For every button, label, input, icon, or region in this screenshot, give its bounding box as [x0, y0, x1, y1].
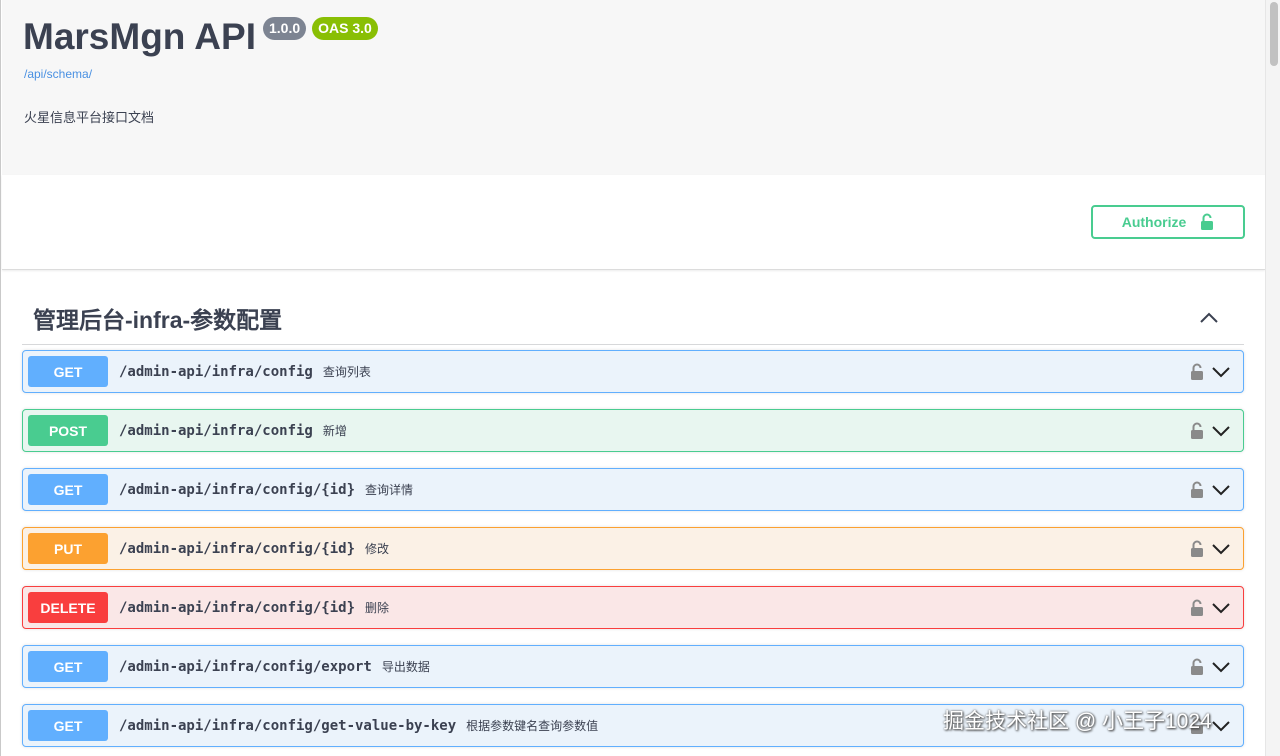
operation-path: /admin-api/infra/config/get-value-by-key: [119, 717, 457, 734]
unlock-icon[interactable]: [1190, 363, 1204, 381]
unlock-icon[interactable]: [1190, 658, 1204, 676]
operation-row-get[interactable]: GET/admin-api/infra/config 查询列表: [22, 350, 1244, 393]
oas-badge: OAS 3.0: [312, 17, 378, 40]
unlock-icon[interactable]: [1190, 540, 1204, 558]
authorize-label: Authorize: [1121, 214, 1187, 230]
api-description: 火星信息平台接口文档: [24, 110, 155, 125]
chevron-down-icon[interactable]: [1211, 717, 1231, 735]
http-method-badge: POST: [28, 415, 108, 446]
chevron-down-icon[interactable]: [1211, 481, 1231, 499]
operation-row-post[interactable]: POST/admin-api/infra/config 新增: [22, 409, 1244, 452]
operation-row-put[interactable]: PUT/admin-api/infra/config/{id} 修改: [22, 527, 1244, 570]
operation-row-delete[interactable]: DELETE/admin-api/infra/config/{id} 删除: [22, 586, 1244, 629]
http-method-badge: PUT: [28, 533, 108, 564]
unlock-icon: [1201, 213, 1214, 230]
unlock-icon[interactable]: [1190, 422, 1204, 440]
operation-row-get[interactable]: GET/admin-api/infra/config/{id} 查询详情: [22, 468, 1244, 511]
unlock-icon[interactable]: [1190, 481, 1204, 499]
operation-path: /admin-api/infra/config: [119, 422, 313, 439]
version-badge: 1.0.0: [262, 17, 307, 40]
operation-path: /admin-api/infra/config/{id}: [119, 540, 356, 557]
swagger-ui-page: MarsMgn API 1.0.0 OAS 3.0 /api/schema/ 火…: [0, 0, 1280, 756]
chevron-down-icon[interactable]: [1211, 599, 1231, 617]
operation-summary: 查询详情: [365, 483, 414, 497]
api-title-row: MarsMgn API 1.0.0 OAS 3.0: [23, 14, 378, 60]
http-method-badge: GET: [28, 710, 108, 741]
authorize-button[interactable]: Authorize: [1091, 205, 1245, 239]
operation-path: /admin-api/infra/config/{id}: [119, 599, 356, 616]
operation-summary: 删除: [365, 601, 390, 615]
chevron-down-icon[interactable]: [1211, 658, 1231, 676]
operation-summary: 修改: [365, 542, 390, 556]
unlock-icon[interactable]: [1190, 599, 1204, 617]
operation-row-get[interactable]: GET/admin-api/infra/config/export 导出数据: [22, 645, 1244, 688]
scrollbar-thumb[interactable]: [1270, 2, 1278, 66]
http-method-badge: GET: [28, 651, 108, 682]
operation-path: /admin-api/infra/config/export: [119, 658, 372, 675]
tag-section-header[interactable]: 管理后台-infra-参数配置: [22, 295, 1244, 345]
operation-summary: 导出数据: [381, 660, 430, 674]
http-method-badge: GET: [28, 356, 108, 387]
chevron-down-icon[interactable]: [1211, 540, 1231, 558]
operation-path: /admin-api/infra/config/{id}: [119, 481, 356, 498]
http-method-badge: GET: [28, 474, 108, 505]
operation-path: /admin-api/infra/config: [119, 363, 313, 380]
api-info-block: MarsMgn API 1.0.0 OAS 3.0 /api/schema/ 火…: [2, 0, 1265, 175]
chevron-up-icon[interactable]: [1199, 308, 1219, 328]
schema-link[interactable]: /api/schema/: [24, 67, 92, 81]
api-title: MarsMgn API: [23, 16, 256, 57]
tag-section-title: 管理后台-infra-参数配置: [33, 307, 283, 333]
watermark-text: 掘金技术社区 @ 小王子1024: [943, 710, 1212, 733]
chevron-down-icon[interactable]: [1211, 363, 1231, 381]
http-method-badge: DELETE: [28, 592, 108, 623]
operation-summary: 根据参数键名查询参数值: [466, 719, 599, 733]
scheme-container: Authorize: [2, 175, 1265, 270]
chevron-down-icon[interactable]: [1211, 422, 1231, 440]
operation-summary: 新增: [322, 424, 347, 438]
vertical-scrollbar[interactable]: [1265, 0, 1280, 756]
operation-summary: 查询列表: [322, 365, 371, 379]
